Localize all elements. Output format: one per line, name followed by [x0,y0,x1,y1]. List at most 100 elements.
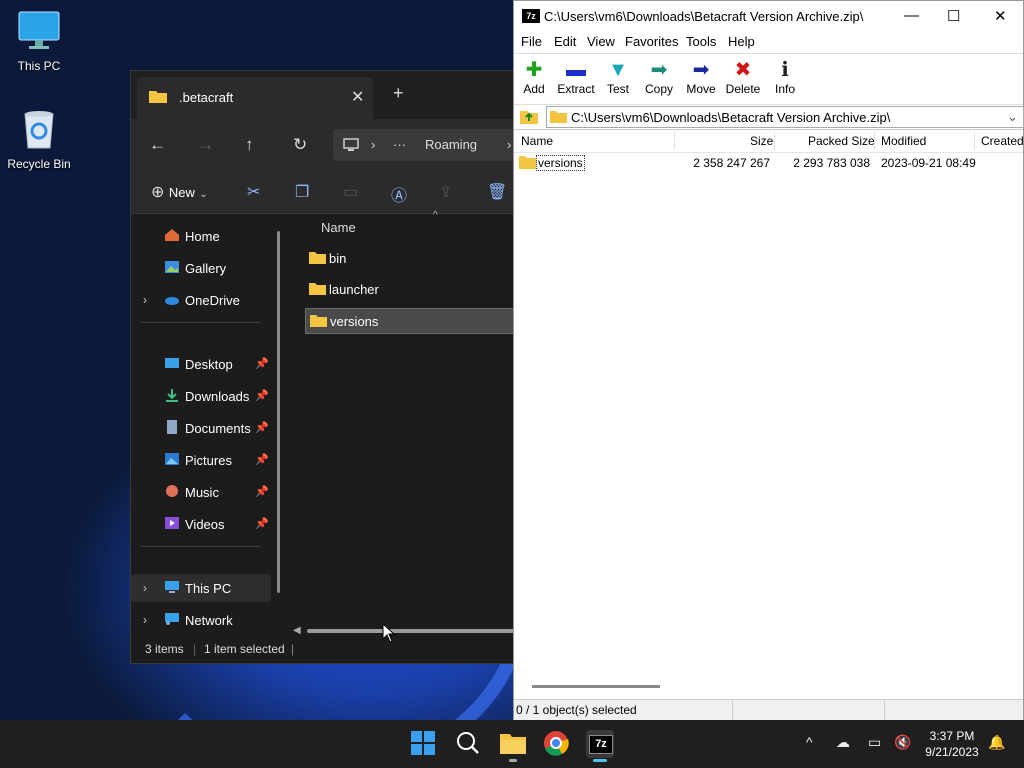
navigation-pane: Home Gallery › OneDrive Desktop 📌 Downlo… [131,214,281,634]
back-icon[interactable]: ← [149,135,166,155]
menu-tools[interactable]: Tools [686,34,716,49]
breadcrumb-roaming[interactable]: Roaming [425,137,477,152]
file-explorer-icon[interactable] [499,730,527,762]
home-icon [164,228,180,242]
close-tab-icon[interactable]: ✕ [351,87,364,107]
pin-icon[interactable]: 📌 [255,389,269,402]
clock[interactable]: 3:37 PM 9/21/2023 [920,728,984,760]
file-row[interactable]: launcher [305,277,515,301]
breadcrumb-ellipsis[interactable]: ··· [393,137,406,152]
file-row[interactable]: bin [305,246,515,270]
column-separator[interactable] [974,132,975,150]
copy-icon[interactable]: ❐ [295,182,309,202]
column-header-created[interactable]: Created [981,134,1024,148]
explorer-tab[interactable]: .betacraft ✕ [137,77,373,119]
refresh-icon[interactable]: ↻ [293,135,307,155]
add-button[interactable]: ✚ Add [514,58,554,96]
new-tab-button[interactable]: + [393,83,404,104]
sidebar-item-downloads[interactable]: Downloads 📌 [131,382,271,410]
sidebar-item-this-pc[interactable]: › This PC [131,574,271,602]
volume-muted-icon[interactable]: 🔇 [894,734,911,751]
rename-icon[interactable]: Ⓐ [391,182,407,206]
column-header-packed-size[interactable]: Packed Size [808,134,875,148]
new-button[interactable]: ⊕ New ⌄ [151,182,208,202]
menu-file[interactable]: File [521,34,542,49]
menu-favorites[interactable]: Favorites [625,34,678,49]
sidebar-item-pictures[interactable]: Pictures 📌 [131,446,271,474]
table-row[interactable]: versions 2 358 247 267 2 293 783 038 202… [514,153,1023,173]
desktop-icon-this-pc[interactable]: This PC [3,10,75,73]
network-status-icon[interactable]: ▭ [868,734,881,751]
sidebar-item-gallery[interactable]: Gallery [131,254,271,282]
pin-icon[interactable]: 📌 [255,453,269,466]
horizontal-scrollbar[interactable] [532,685,660,688]
copy-button[interactable]: ➡ Copy [639,58,679,96]
address-row: C:\Users\vm6\Downloads\Betacraft Version… [514,104,1024,130]
cut-icon[interactable]: ✂ [247,182,260,202]
column-header-modified[interactable]: Modified [881,134,926,148]
chevron-right-icon[interactable]: › [143,613,147,627]
up-icon[interactable]: ↑ [245,135,254,155]
paste-icon[interactable]: ▭ [343,182,358,202]
chevron-down-icon[interactable]: ⌄ [1007,109,1018,125]
pin-icon[interactable]: 📌 [255,485,269,498]
minimize-icon[interactable]: — [904,7,919,24]
desktop-folder-icon [164,356,180,370]
7zip-icon[interactable]: 7z [586,730,614,762]
test-button[interactable]: ▼ Test [598,58,638,96]
menu-view[interactable]: View [587,34,615,49]
7zip-window: 7z C:\Users\vm6\Downloads\Betacraft Vers… [513,0,1024,720]
sidebar-item-documents[interactable]: Documents 📌 [131,414,271,442]
documents-icon [164,420,180,434]
sidebar-item-videos[interactable]: Videos 📌 [131,510,271,538]
column-header-name[interactable]: Name [321,220,356,235]
sidebar-item-onedrive[interactable]: › OneDrive [131,286,271,314]
column-header-size[interactable]: Size [750,134,773,148]
plus-circle-icon: ⊕ [151,184,165,201]
row-name: versions [536,155,585,171]
info-button[interactable]: ℹ Info [765,58,805,96]
desktop-icon-recycle-bin[interactable]: Recycle Bin [3,106,75,171]
sidebar-item-network[interactable]: › Network [131,606,271,634]
toolbar-label: Move [686,82,716,96]
file-row-selected[interactable]: versions [305,308,515,334]
delete-button[interactable]: ✖ Delete [723,58,763,96]
forward-icon[interactable]: → [197,135,214,155]
menu-help[interactable]: Help [728,34,755,49]
column-separator[interactable] [874,132,875,150]
column-separator[interactable] [774,132,775,150]
chevron-right-icon[interactable]: › [143,581,147,595]
onedrive-status-icon[interactable]: ☁ [836,734,850,751]
videos-icon [164,516,180,530]
sidebar-item-home[interactable]: Home [131,222,271,250]
explorer-status-bar: 3 items | 1 item selected | [131,635,515,663]
notification-bell-icon[interactable]: 🔔 [988,734,1005,751]
sidebar-scrollbar[interactable] [277,231,280,593]
extract-button[interactable]: ▬ Extract [556,58,596,96]
move-icon: ➡ [692,59,710,81]
row-modified: 2023-09-21 08:49 [881,156,976,170]
chevron-right-icon[interactable]: › [143,293,147,307]
chrome-icon[interactable] [543,730,571,758]
close-icon[interactable]: ✕ [994,7,1007,25]
maximize-icon[interactable]: ☐ [947,7,960,25]
start-icon[interactable] [410,730,438,758]
move-button[interactable]: ➡ Move [681,58,721,96]
address-bar[interactable]: › ··· Roaming › [333,129,515,161]
7zip-logo-icon: 7z [522,9,540,23]
path-combobox[interactable]: C:\Users\vm6\Downloads\Betacraft Version… [546,106,1024,128]
search-icon[interactable] [455,730,483,758]
pin-icon[interactable]: 📌 [255,421,269,434]
sidebar-item-desktop[interactable]: Desktop 📌 [131,350,271,378]
column-separator[interactable] [674,132,675,150]
folder-up-icon[interactable] [520,108,538,124]
pin-icon[interactable]: 📌 [255,357,269,370]
delete-icon[interactable]: 🗑 [487,182,507,202]
horizontal-scrollbar[interactable] [307,629,515,633]
chevron-up-icon[interactable]: ^ [806,734,813,750]
menu-edit[interactable]: Edit [554,34,576,49]
sidebar-item-music[interactable]: Music 📌 [131,478,271,506]
column-header-name[interactable]: Name [521,134,553,148]
share-icon[interactable]: ⇪ [439,182,452,202]
pin-icon[interactable]: 📌 [255,517,269,530]
